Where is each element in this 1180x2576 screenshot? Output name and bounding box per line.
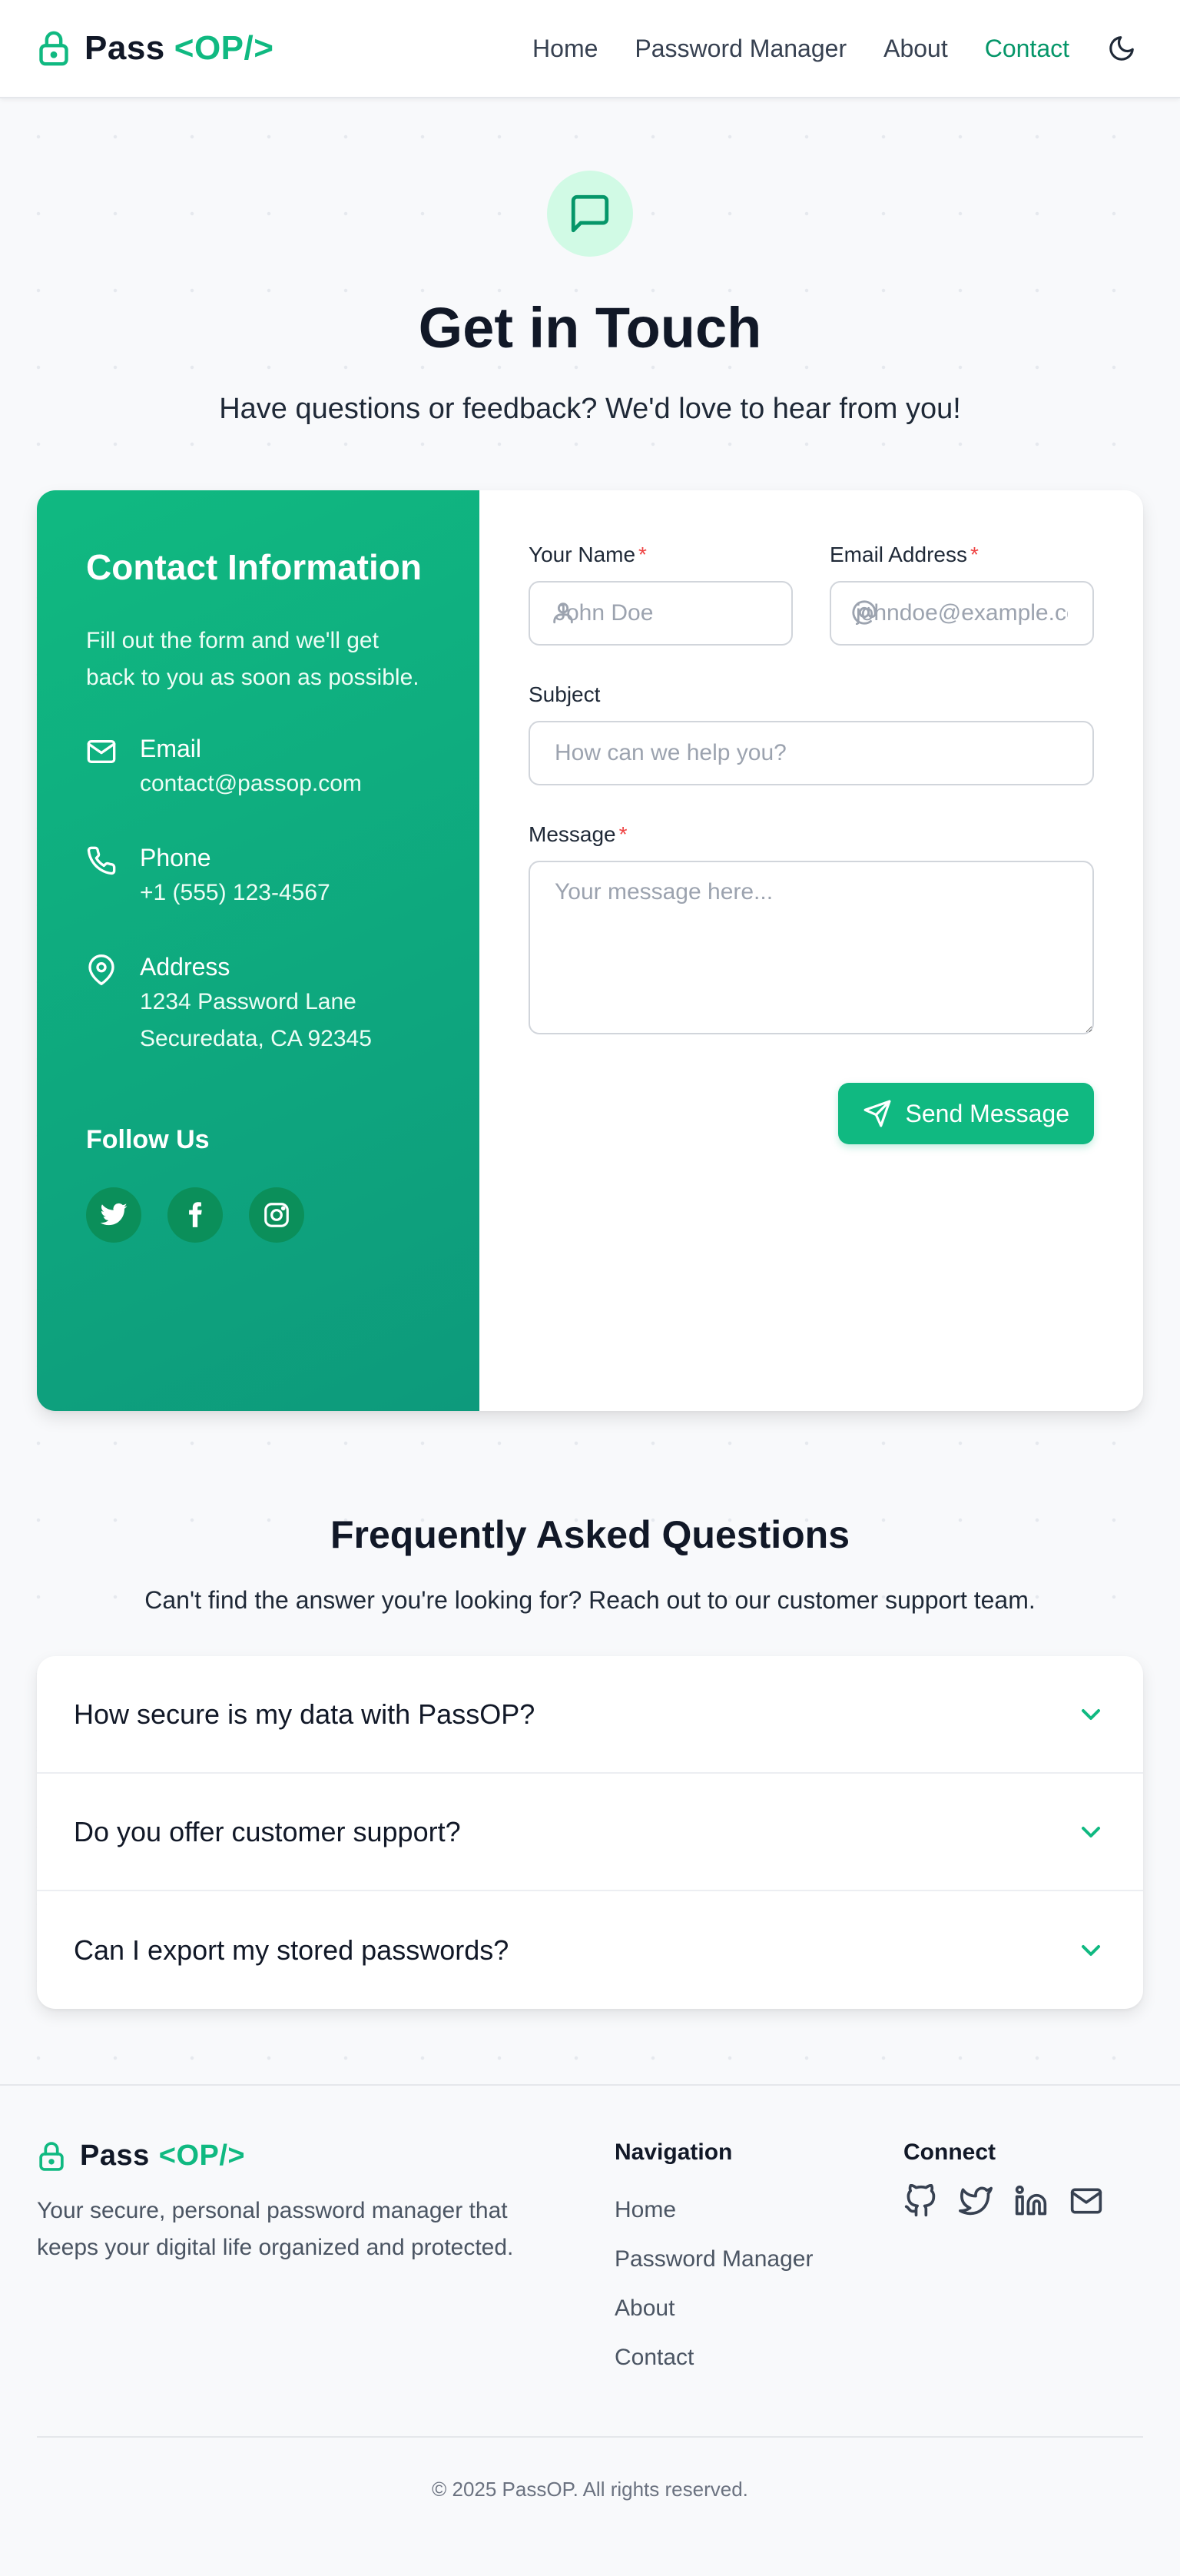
brand-logo[interactable]: Pass <OP/> [37, 29, 273, 68]
footer-brand: Pass <OP/> Your secure, personal password… [37, 2139, 615, 2382]
follow-us-title: Follow Us [86, 1125, 210, 1154]
hero-icon-badge [547, 171, 633, 257]
twitter-footer-link[interactable] [959, 2184, 993, 2218]
contact-info-list: Email contact@passop.com Phone +1 (555) … [86, 732, 430, 1057]
footer-navigation-title: Navigation [615, 2139, 733, 2165]
email-label: Email [140, 735, 202, 762]
footer-link-contact[interactable]: Contact [615, 2333, 903, 2382]
message-square-icon [568, 191, 612, 236]
footer-connect: Connect [903, 2139, 1103, 2382]
footer-link-home[interactable]: Home [615, 2186, 903, 2235]
faq-section: Frequently Asked Questions Can't find th… [0, 1411, 1180, 2009]
user-icon [550, 599, 576, 626]
phone-value[interactable]: +1 (555) 123-4567 [140, 875, 330, 911]
footer-brand-accent: <OP/> [158, 2139, 246, 2172]
name-label: Your Name * [529, 543, 647, 566]
contact-card: Contact Information Fill out the form an… [37, 490, 1143, 1411]
email-value[interactable]: contact@passop.com [140, 765, 362, 802]
faq-item[interactable]: Can I export my stored passwords? [37, 1891, 1143, 2009]
page-body: Get in Touch Have questions or feedback?… [0, 98, 1180, 2084]
github-icon [903, 2184, 937, 2218]
footer-link-about[interactable]: About [615, 2284, 903, 2333]
footer: Pass <OP/> Your secure, personal password… [0, 2084, 1180, 2541]
moon-icon [1107, 34, 1136, 63]
at-sign-icon [851, 599, 877, 626]
facebook-link[interactable] [167, 1187, 223, 1243]
message-label: Message * [529, 822, 628, 846]
footer-link-password-manager[interactable]: Password Manager [615, 2235, 903, 2284]
footer-logo[interactable]: Pass <OP/> [37, 2139, 615, 2173]
linkedin-icon [1014, 2184, 1048, 2218]
page-subtitle: Have questions or feedback? We'd love to… [219, 393, 961, 425]
instagram-link[interactable] [249, 1187, 304, 1243]
mail-link[interactable] [1069, 2184, 1103, 2218]
mail-icon [86, 732, 118, 802]
nav-link-password-manager[interactable]: Password Manager [635, 35, 847, 63]
theme-toggle-button[interactable] [1100, 27, 1143, 70]
linkedin-link[interactable] [1014, 2184, 1048, 2218]
subject-input[interactable] [529, 721, 1094, 785]
field-subject: Subject [529, 682, 1094, 785]
faq-question: Can I export my stored passwords? [74, 1934, 509, 1966]
navbar: Pass <OP/> Home Password Manager About Co… [0, 0, 1180, 98]
chevron-down-icon [1076, 1935, 1106, 1966]
social-links [86, 1187, 430, 1243]
faq-title: Frequently Asked Questions [330, 1513, 850, 1556]
map-pin-icon [86, 950, 118, 1057]
contact-info-email: Email contact@passop.com [86, 732, 430, 802]
facebook-icon [181, 1200, 210, 1230]
message-textarea[interactable] [529, 861, 1094, 1034]
phone-icon [86, 841, 118, 911]
contact-info-phone: Phone +1 (555) 123-4567 [86, 841, 430, 911]
faq-list: How secure is my data with PassOP? Do yo… [37, 1656, 1143, 2009]
twitter-icon [959, 2184, 993, 2218]
twitter-link[interactable] [86, 1187, 141, 1243]
nav-links: Home Password Manager About Contact [532, 35, 1069, 63]
field-message: Message * [529, 822, 1094, 1038]
form-row-name-email: Your Name* Email Address* [529, 543, 1094, 646]
send-icon [863, 1099, 892, 1128]
contact-info-address: Address 1234 Password Lane Securedata, C… [86, 950, 430, 1057]
address-line2: Securedata, CA 92345 [140, 1026, 372, 1051]
contact-info-description: Fill out the form and we'll get back to … [86, 628, 419, 690]
field-email: Email Address * [830, 543, 1094, 646]
subject-label: Subject [529, 682, 601, 706]
chevron-down-icon [1076, 1699, 1106, 1730]
nav-link-home[interactable]: Home [532, 35, 598, 63]
send-message-label: Send Message [905, 1099, 1069, 1127]
faq-question: Do you offer customer support? [74, 1815, 461, 1847]
footer-brand-name: Pass <OP/> [80, 2139, 246, 2172]
faq-subtitle: Can't find the answer you're looking for… [144, 1586, 1036, 1614]
contact-form: Your Name* Email Address* [479, 490, 1143, 1411]
footer-connect-title: Connect [903, 2139, 996, 2165]
lock-icon [37, 30, 71, 67]
footer-navigation: Navigation Home Password Manager About C… [615, 2139, 903, 2382]
twitter-icon [99, 1200, 128, 1230]
field-name: Your Name * [529, 543, 793, 646]
address-line1: 1234 Password Lane [140, 989, 356, 1014]
faq-item[interactable]: Do you offer customer support? [37, 1774, 1143, 1891]
faq-question: How secure is my data with PassOP? [74, 1698, 535, 1730]
brand-accent: <OP/> [174, 29, 274, 67]
lock-icon [37, 2141, 66, 2172]
instagram-icon [262, 1200, 291, 1230]
copyright: © 2025 PassOP. All rights reserved. [432, 2478, 748, 2501]
page-title: Get in Touch [418, 296, 762, 360]
brand-name: Pass <OP/> [85, 29, 274, 67]
phone-label: Phone [140, 844, 211, 871]
email-field-label: Email Address * [830, 543, 979, 566]
chevron-down-icon [1076, 1817, 1106, 1847]
contact-info-panel: Contact Information Fill out the form an… [37, 490, 479, 1411]
address-label: Address [140, 953, 230, 981]
contact-info-title: Contact Information [86, 547, 422, 587]
github-link[interactable] [903, 2184, 937, 2218]
footer-divider [37, 2436, 1143, 2438]
mail-icon [1069, 2184, 1103, 2218]
faq-item[interactable]: How secure is my data with PassOP? [37, 1656, 1143, 1774]
send-message-button[interactable]: Send Message [837, 1083, 1094, 1144]
nav-link-contact[interactable]: Contact [985, 35, 1069, 63]
footer-description: Your secure, personal password manager t… [37, 2198, 514, 2260]
hero: Get in Touch Have questions or feedback?… [0, 98, 1180, 426]
nav-link-about[interactable]: About [883, 35, 948, 63]
